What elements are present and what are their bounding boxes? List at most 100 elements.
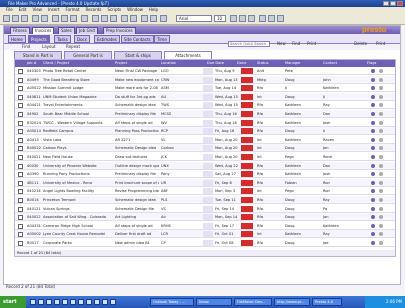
print-button[interactable]: Print (307, 41, 316, 47)
align-right-icon[interactable] (277, 15, 284, 22)
import-icon[interactable] (141, 15, 148, 22)
delete-record-icon[interactable] (379, 69, 383, 73)
minimize-icon[interactable] (383, 1, 389, 6)
open-record-icon[interactable] (371, 241, 375, 245)
table-row[interactable]: A05002 Lyon County Crest House Remodel Del… (15, 230, 395, 239)
bold-icon[interactable] (230, 15, 237, 22)
nav-find[interactable]: Find (22, 44, 30, 50)
records-icon[interactable] (110, 15, 117, 22)
table-row[interactable]: 04902 South Bear Middle School Preliminary… (15, 110, 395, 118)
row-checkbox[interactable] (18, 137, 23, 143)
table-row[interactable]: A05014 Redfield Campus Planning Pass Produ… (15, 127, 395, 136)
paste-icon[interactable] (70, 15, 77, 22)
subtab-attachments[interactable]: Attachments (164, 51, 212, 59)
tab-projects[interactable]: Projects (28, 35, 50, 43)
align-center-icon[interactable] (268, 15, 275, 22)
table-row[interactable]: B40022 Carbon Plays Schematic Design idea C… (15, 144, 395, 153)
mail-icon[interactable] (38, 299, 44, 305)
row-checkbox[interactable] (18, 155, 23, 160)
tab-prep-invoices[interactable]: Prep Invoices (103, 27, 136, 34)
delete-record-icon[interactable] (379, 163, 383, 168)
browser-icon[interactable] (30, 299, 36, 305)
open-record-icon[interactable] (371, 172, 375, 177)
table-row[interactable]: 040303 Photo Tree Retail Center Neon Final… (15, 67, 395, 75)
delete-record-icon[interactable] (379, 112, 383, 116)
col-manager[interactable]: Manager (285, 60, 301, 67)
align-left-icon[interactable] (259, 15, 266, 22)
col-contact[interactable]: Contact (323, 60, 337, 67)
table-row[interactable]: A0499 The Good Breathing Store Make new eq… (15, 75, 395, 84)
new-doc-icon[interactable] (3, 15, 10, 22)
open-record-icon[interactable] (371, 198, 375, 202)
layout-icon[interactable] (130, 15, 137, 22)
subtab-general-part[interactable]: General Part is (64, 51, 112, 59)
font-select[interactable]: Arial (176, 15, 212, 22)
tab-job-grid[interactable]: Job Grid (76, 27, 98, 34)
row-checkbox[interactable] (18, 172, 23, 178)
open-record-icon[interactable] (371, 155, 375, 159)
table-row[interactable]: 040021 New Field House Draw out textures JC… (15, 153, 395, 161)
col-project[interactable]: Project (115, 60, 127, 67)
row-checkbox[interactable] (18, 146, 23, 152)
row-checkbox[interactable] (18, 120, 23, 126)
print-icon[interactable] (32, 15, 39, 22)
col-due-date[interactable]: Due Date (207, 60, 224, 67)
row-checkbox[interactable] (18, 206, 23, 212)
open-record-icon[interactable] (371, 137, 375, 142)
row-checkbox[interactable] (18, 86, 23, 92)
table-row[interactable]: A04331 Cameron Ridge High School Alf steps… (15, 222, 395, 230)
tab-docs[interactable]: Docs (74, 35, 90, 43)
row-checkbox[interactable] (18, 189, 23, 195)
tab-home[interactable]: Home (8, 35, 26, 43)
delete-record-icon[interactable] (379, 223, 383, 228)
col-done[interactable]: Done (237, 60, 246, 67)
row-checkbox[interactable] (18, 163, 23, 169)
task-outlook[interactable]: Outlook Today - ... (150, 298, 194, 306)
media-icon[interactable] (54, 299, 60, 305)
subtab-start-ships[interactable]: Start & ships (114, 51, 162, 59)
delete-record-icon[interactable] (379, 103, 383, 108)
tab-time[interactable]: Time (154, 35, 170, 43)
delete-record-icon[interactable] (379, 189, 383, 194)
table-row[interactable]: A0413 Vista Labs AR 2271 VL Mon, Aug 20 Int Ka… (15, 136, 395, 144)
row-checkbox[interactable] (18, 223, 23, 229)
open-record-icon[interactable] (371, 215, 375, 220)
font-size-select[interactable]: 10 (214, 15, 226, 22)
table-row[interactable]: B0017 Corporate Parks New admin idea B1 CP F… (15, 239, 395, 247)
open-icon[interactable] (12, 15, 19, 22)
table-row[interactable]: A05022 Mission Summit Lodge Make more ads … (15, 84, 395, 93)
row-checkbox[interactable] (18, 94, 23, 100)
preview-icon[interactable] (41, 15, 48, 22)
open-record-icon[interactable] (371, 103, 375, 108)
table-row[interactable]: 040121 Vulcan Springs Schematic Design fil… (15, 205, 395, 213)
open-record-icon[interactable] (371, 189, 375, 194)
delete-record-icon[interactable] (379, 120, 383, 125)
close-icon[interactable] (397, 1, 403, 6)
open-record-icon[interactable] (371, 223, 375, 228)
new-record-button[interactable]: New (277, 41, 286, 47)
tab-sales[interactable]: Sales (58, 27, 75, 34)
col-job[interactable]: Job # (27, 60, 37, 67)
open-record-icon[interactable] (371, 163, 375, 168)
delete-button[interactable]: Delete (354, 41, 367, 47)
row-checkbox[interactable] (18, 215, 23, 221)
row-checkbox[interactable] (18, 77, 23, 83)
table-row[interactable]: B0014 Princeton Tremont Schematic design i… (15, 196, 395, 204)
copy-icon[interactable] (61, 15, 68, 22)
folder-icon[interactable] (94, 299, 100, 305)
explorer-icon[interactable] (62, 299, 68, 305)
open-record-icon[interactable] (371, 232, 375, 237)
col-location[interactable]: Location (161, 60, 176, 67)
delete-record-icon[interactable] (379, 232, 383, 237)
nav-repeat[interactable]: Repeat (66, 44, 80, 50)
col-client[interactable]: Client / Project (43, 60, 69, 67)
delete-record-icon[interactable] (379, 215, 383, 220)
row-checkbox[interactable] (18, 69, 23, 74)
find-button[interactable]: Find (292, 41, 300, 47)
export-icon[interactable] (150, 15, 157, 22)
table-row[interactable]: 040214 Angel Lights Bowling Facility Revis… (15, 187, 395, 196)
cut-icon[interactable] (52, 15, 59, 22)
start-button[interactable]: start (0, 296, 26, 308)
delete-record-icon[interactable] (379, 198, 383, 202)
nav-layout[interactable]: Layout (42, 44, 56, 50)
